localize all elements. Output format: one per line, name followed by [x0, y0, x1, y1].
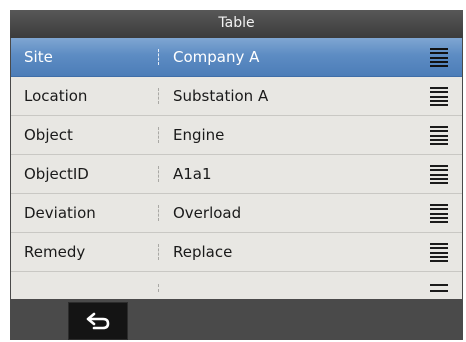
menu-lines-icon[interactable]: [430, 284, 448, 292]
column-divider: [158, 244, 159, 260]
table-row-object[interactable]: Object Engine: [11, 116, 462, 155]
column-divider: [158, 127, 159, 143]
row-label: ObjectID: [24, 165, 89, 183]
data-table: Site Company A Location Substation A Obj…: [11, 38, 462, 299]
column-divider: [158, 205, 159, 221]
row-label: Deviation: [24, 204, 96, 222]
column-divider: [158, 284, 159, 292]
back-button[interactable]: [68, 302, 128, 340]
row-value: Substation A: [173, 87, 269, 105]
table-row-site[interactable]: Site Company A: [11, 38, 462, 77]
screen: Table Site Company A Location Substation…: [0, 0, 466, 342]
row-value: A1a1: [173, 165, 212, 183]
menu-lines-icon[interactable]: [430, 165, 448, 184]
row-value: Company A: [173, 48, 260, 66]
row-label: Remedy: [24, 243, 86, 261]
table-window: Table Site Company A Location Substation…: [10, 10, 463, 340]
bottom-toolbar: [10, 299, 463, 340]
table-row-remedy[interactable]: Remedy Replace: [11, 233, 462, 272]
row-label: Object: [24, 126, 73, 144]
row-value: Overload: [173, 204, 242, 222]
table-row-partial[interactable]: [11, 272, 462, 292]
menu-lines-icon[interactable]: [430, 243, 448, 262]
menu-lines-icon[interactable]: [430, 87, 448, 106]
menu-lines-icon[interactable]: [430, 48, 448, 67]
row-value: Engine: [173, 126, 225, 144]
row-value: Replace: [173, 243, 233, 261]
column-divider: [158, 88, 159, 104]
table-row-location[interactable]: Location Substation A: [11, 77, 462, 116]
table-row-objectid[interactable]: ObjectID A1a1: [11, 155, 462, 194]
row-label: Site: [24, 48, 53, 66]
column-divider: [158, 49, 159, 65]
back-arrow-icon: [86, 312, 110, 330]
column-divider: [158, 166, 159, 182]
window-title: Table: [10, 10, 463, 38]
table-row-deviation[interactable]: Deviation Overload: [11, 194, 462, 233]
row-label: Location: [24, 87, 88, 105]
menu-lines-icon[interactable]: [430, 204, 448, 223]
menu-lines-icon[interactable]: [430, 126, 448, 145]
